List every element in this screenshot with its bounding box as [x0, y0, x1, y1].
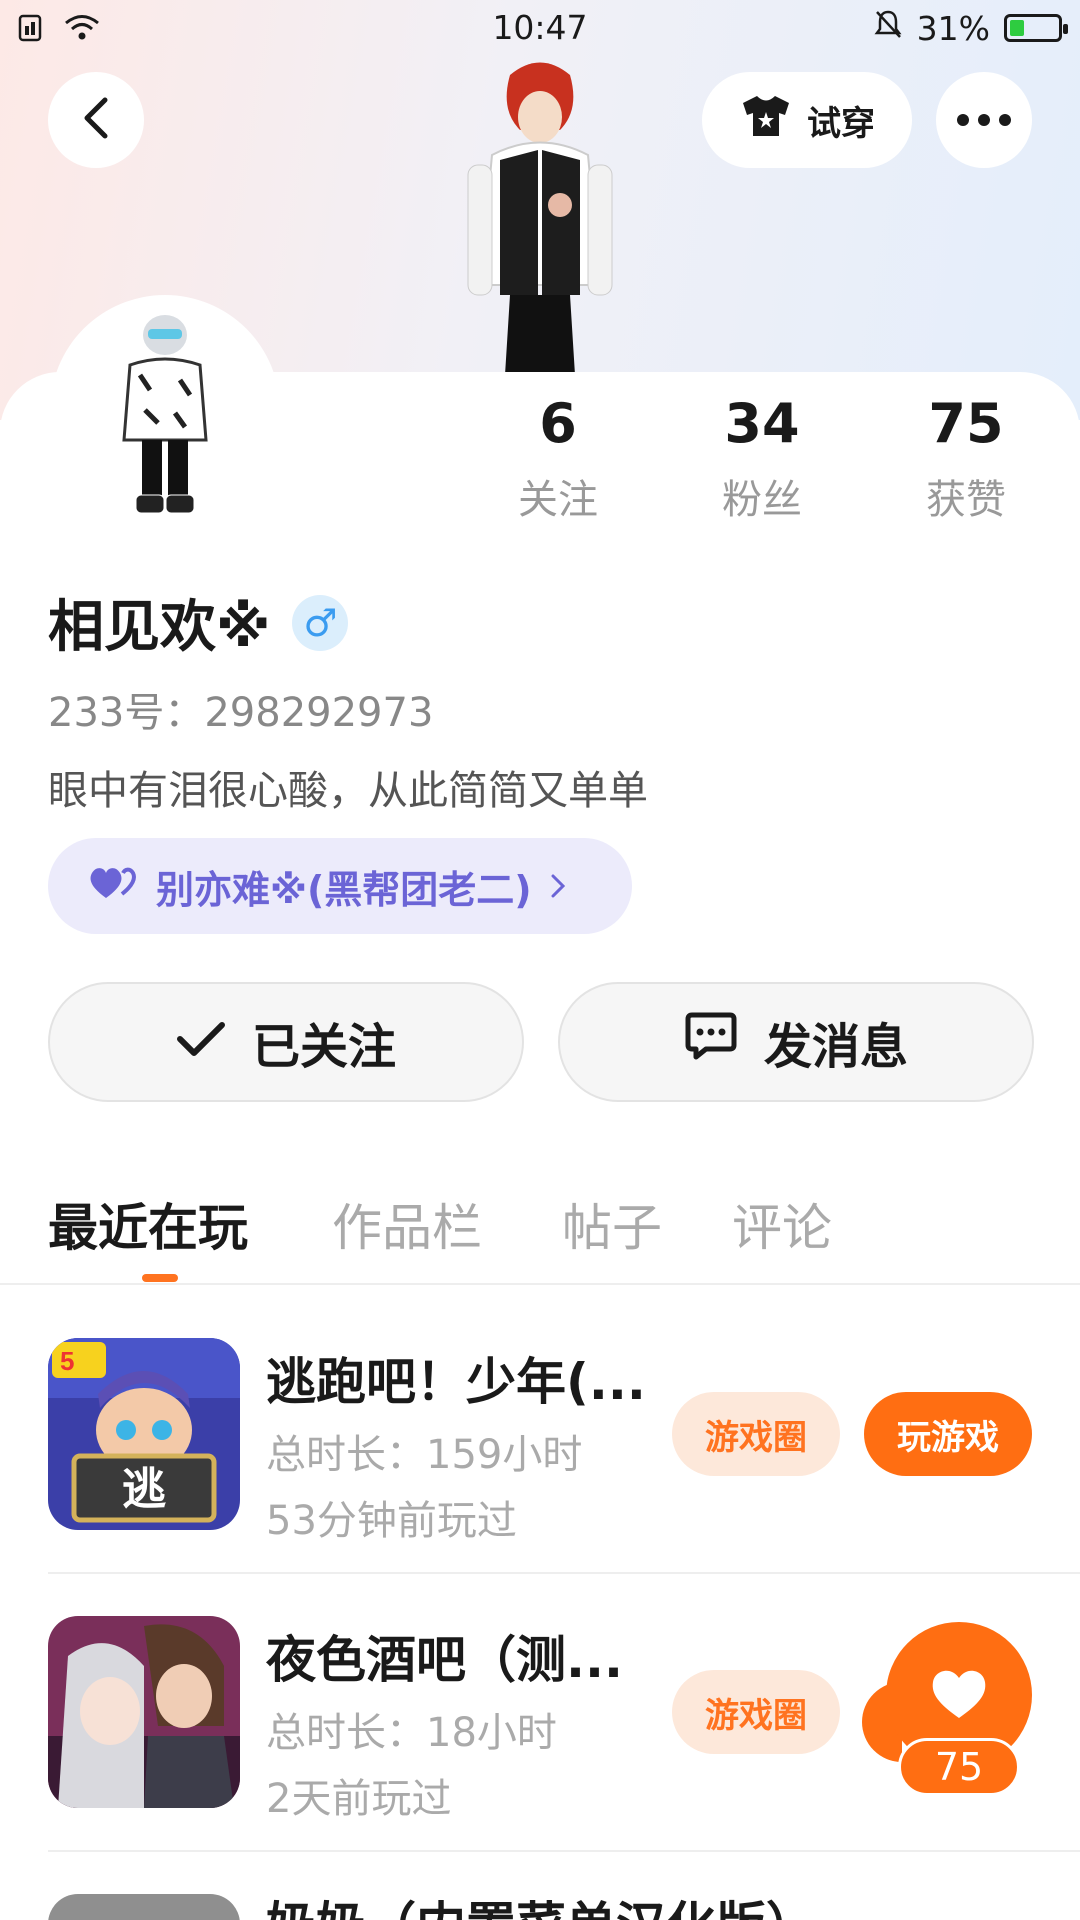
- heart-icon: [929, 1666, 989, 1724]
- user-name: 相见欢※: [48, 595, 271, 660]
- stat-following-value: 6: [539, 392, 577, 455]
- game-duration: 总时长：18小时: [266, 1710, 557, 1756]
- back-button[interactable]: [48, 72, 144, 168]
- tshirt-icon: [739, 93, 793, 148]
- stat-following-label: 关注: [518, 477, 598, 523]
- game-circle-button[interactable]: 游戏圈: [672, 1670, 840, 1754]
- more-dots-icon: [957, 114, 1011, 126]
- svg-text:逃: 逃: [122, 1464, 166, 1515]
- hero-avatar-figure: [440, 55, 640, 375]
- battery-level-fill: [1010, 20, 1024, 36]
- stat-followers[interactable]: 34 粉丝: [682, 392, 842, 525]
- check-icon: [176, 1014, 226, 1070]
- stat-followers-label: 粉丝: [722, 477, 802, 523]
- game-title: 逃跑吧！少年(...: [266, 1353, 646, 1411]
- row-divider: [48, 1572, 1080, 1574]
- following-button-label: 已关注: [251, 1019, 396, 1075]
- play-game-button[interactable]: 玩游戏: [864, 1392, 1032, 1476]
- user-bio: 眼中有泪很心酸，从此简简又单单: [48, 768, 648, 814]
- relation-badge[interactable]: 别亦难※(黑帮团老二): [48, 838, 632, 934]
- battery-charging-icon: [1004, 14, 1068, 42]
- tab-posts[interactable]: 帖子: [562, 1188, 662, 1260]
- game-title: 夜色酒吧（测...: [266, 1631, 623, 1689]
- game-circle-button[interactable]: 游戏圈: [672, 1392, 840, 1476]
- tabs-divider: [0, 1283, 1080, 1285]
- send-message-label: 发消息: [763, 1019, 908, 1075]
- stat-followers-value: 34: [724, 392, 800, 455]
- tab-works[interactable]: 作品栏: [332, 1188, 482, 1260]
- stat-likes-label: 获赞: [926, 477, 1006, 523]
- row-divider: [48, 1850, 1080, 1852]
- try-on-button[interactable]: 试穿: [702, 72, 912, 168]
- heart-pair-icon: [88, 864, 138, 909]
- chevron-right-icon: [550, 864, 566, 908]
- list-item[interactable]: 5 逃 逃跑吧！少年(... 总时长：159小时 53分钟前玩过 游戏圈 玩游戏: [48, 1338, 1080, 1578]
- game-last-played: 2天前玩过: [266, 1776, 452, 1822]
- send-message-button[interactable]: 发消息: [558, 982, 1034, 1102]
- avatar[interactable]: [50, 295, 280, 525]
- bell-muted-icon: [873, 8, 903, 48]
- back-chevron-icon: [81, 96, 111, 144]
- status-bar: 10:47 31%: [0, 0, 1080, 56]
- chat-bubble-icon: [684, 1011, 738, 1073]
- game-icon-escape[interactable]: 5 逃: [48, 1338, 240, 1530]
- tab-comments[interactable]: 评论: [732, 1188, 832, 1260]
- floating-like-button[interactable]: 75: [862, 1622, 1032, 1802]
- active-tab-indicator: [142, 1274, 178, 1282]
- game-title: 奶奶（内置菜单汉化版）: [266, 1886, 816, 1920]
- svg-text:5: 5: [60, 1346, 74, 1376]
- game-duration: 总时长：159小时: [266, 1432, 583, 1478]
- name-row: 相见欢※ ♂: [48, 582, 349, 663]
- stat-following[interactable]: 6 关注: [478, 392, 638, 525]
- game-icon-granny[interactable]: [48, 1894, 240, 1920]
- user-id[interactable]: 233号：298292973: [48, 680, 433, 738]
- relation-label: 别亦难※(黑帮团老二): [156, 867, 532, 912]
- try-on-label: 试穿: [807, 103, 875, 144]
- tab-recently-played[interactable]: 最近在玩: [48, 1188, 248, 1260]
- stat-likes[interactable]: 75 获赞: [886, 392, 1046, 525]
- game-last-played: 53分钟前玩过: [266, 1498, 517, 1544]
- game-icon-night-bar[interactable]: [48, 1616, 240, 1808]
- battery-percent: 31%: [916, 8, 990, 48]
- gender-male-icon: ♂: [292, 594, 349, 651]
- like-count: 75: [898, 1738, 1020, 1796]
- more-button[interactable]: [936, 72, 1032, 168]
- following-button[interactable]: 已关注: [48, 982, 524, 1102]
- stat-likes-value: 75: [928, 392, 1004, 455]
